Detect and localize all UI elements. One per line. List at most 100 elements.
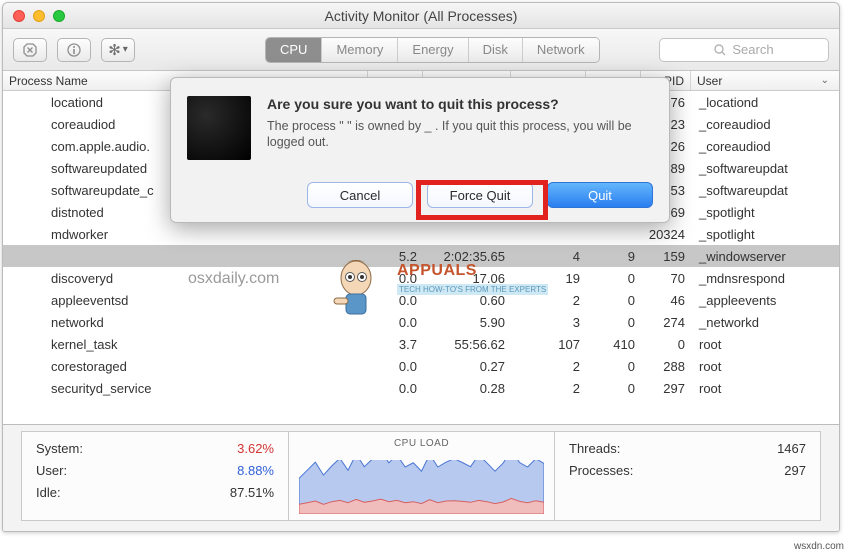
quit-process-dialog: Are you sure you want to quit this proce…: [170, 77, 670, 223]
system-label: System:: [36, 438, 83, 460]
cell-pid: 297: [641, 381, 691, 396]
cell-idle: 0: [586, 293, 641, 308]
cell-cpu: 0.0: [368, 359, 423, 374]
cell-user: _softwareupdat: [691, 183, 839, 198]
cell-threads: 107: [511, 337, 586, 352]
cell-time: 5.90: [423, 315, 511, 330]
processes-label: Processes:: [569, 460, 633, 482]
cell-user: root: [691, 359, 839, 374]
cell-idle: 410: [586, 337, 641, 352]
cell-idle: 0: [586, 315, 641, 330]
col-user[interactable]: User ⌄: [691, 71, 839, 90]
cpu-summary: System: 3.62% User: 8.88% Idle: 87.51%: [22, 432, 288, 520]
cpu-chart-svg: [299, 460, 544, 514]
tab-cpu[interactable]: CPU: [266, 38, 321, 62]
tab-disk[interactable]: Disk: [468, 38, 522, 62]
table-row[interactable]: com.apple.PerformanceAnalysis.animat...0…: [3, 399, 839, 401]
cell-idle: 0: [586, 381, 641, 396]
stop-icon: [23, 43, 37, 57]
watermark-appuals: APPUALS TECH HOW-TO'S FROM THE EXPERTS: [397, 262, 548, 295]
cell-user: _softwareupdat: [691, 161, 839, 176]
cell-user: _windowserver: [691, 249, 839, 264]
tab-network[interactable]: Network: [522, 38, 599, 62]
cell-pid: 288: [641, 359, 691, 374]
window-titlebar: Activity Monitor (All Processes): [3, 3, 839, 29]
settings-button[interactable]: ✻ ▾: [101, 38, 135, 62]
tab-memory[interactable]: Memory: [321, 38, 397, 62]
info-icon: [67, 43, 81, 57]
cell-time: 0.27: [423, 359, 511, 374]
table-row[interactable]: securityd_service0.00.2820297root: [3, 377, 839, 399]
watermark-osxdaily: osxdaily.com: [188, 270, 279, 288]
cell-time: 55:56.62: [423, 337, 511, 352]
process-summary: Threads: 1467 Processes: 297: [554, 432, 820, 520]
stop-process-button[interactable]: [13, 38, 47, 62]
app-icon: [187, 96, 251, 160]
cell-cpu: 3.7: [368, 337, 423, 352]
cartoon-mascot: [326, 250, 386, 320]
search-placeholder: Search: [732, 42, 773, 57]
cell-idle: 0: [586, 271, 641, 286]
cell-pid: 274: [641, 315, 691, 330]
cpu-load-chart: CPU LOAD: [288, 432, 554, 520]
cell-idle: 0: [586, 359, 641, 374]
cell-name: securityd_service: [3, 381, 368, 396]
chevron-down-icon: ▾: [123, 44, 128, 55]
system-value: 3.62%: [237, 438, 274, 460]
threads-label: Threads:: [569, 438, 620, 460]
window-title: Activity Monitor (All Processes): [3, 8, 839, 24]
cell-user: _coreaudiod: [691, 117, 839, 132]
cell-pid: 20324: [641, 227, 691, 242]
cell-user: _spotlight: [691, 205, 839, 220]
cell-name: discoveryd: [3, 271, 368, 286]
force-quit-button[interactable]: Force Quit: [427, 182, 533, 208]
toolbar: ✻ ▾ CPU Memory Energy Disk Network Searc…: [3, 29, 839, 71]
gear-icon: ✻: [108, 41, 121, 59]
table-row[interactable]: kernel_task3.755:56.621074100root: [3, 333, 839, 355]
idle-value: 87.51%: [230, 482, 274, 504]
cell-cpu: 0.0: [368, 381, 423, 396]
search-input[interactable]: Search: [659, 38, 829, 62]
table-row[interactable]: networkd0.05.9030274_networkd: [3, 311, 839, 333]
footer: System: 3.62% User: 8.88% Idle: 87.51% CPU …: [3, 424, 839, 531]
tab-group: CPU Memory Energy Disk Network: [265, 37, 600, 63]
table-row[interactable]: corestoraged0.00.2720288root: [3, 355, 839, 377]
cell-threads: 2: [511, 381, 586, 396]
cell-name: networkd: [3, 315, 368, 330]
cell-pid: 159: [641, 249, 691, 264]
cell-user: _mdnsrespond: [691, 271, 839, 286]
dialog-message: The process " " is owned by _ . If you q…: [267, 118, 653, 150]
cell-pid: 46: [641, 293, 691, 308]
cell-name: mdworker: [3, 227, 368, 242]
quit-button[interactable]: Quit: [547, 182, 653, 208]
chevron-down-icon: ⌄: [821, 75, 829, 86]
cell-pid: 70: [641, 271, 691, 286]
cell-time: 0.28: [423, 381, 511, 396]
cell-user: _appleevents: [691, 293, 839, 308]
user-value: 8.88%: [237, 460, 274, 482]
chart-title: CPU LOAD: [303, 438, 540, 452]
idle-label: Idle:: [36, 482, 61, 504]
cell-threads: 2: [511, 359, 586, 374]
cell-name: kernel_task: [3, 337, 368, 352]
cell-pid: 0: [641, 337, 691, 352]
inspect-process-button[interactable]: [57, 38, 91, 62]
threads-value: 1467: [777, 438, 806, 460]
cell-user: root: [691, 337, 839, 352]
cell-user: _coreaudiod: [691, 139, 839, 154]
dialog-title: Are you sure you want to quit this proce…: [267, 96, 653, 112]
watermark-bottom: wsxdn.com: [794, 541, 844, 552]
table-row[interactable]: mdworker 20324_spotlight: [3, 223, 839, 245]
cell-threads: 3: [511, 315, 586, 330]
tab-energy[interactable]: Energy: [397, 38, 467, 62]
cell-user: root: [691, 381, 839, 396]
cell-name: corestoraged: [3, 359, 368, 374]
user-label: User:: [36, 460, 67, 482]
search-icon: [714, 44, 726, 56]
cell-name: appleeventsd: [3, 293, 368, 308]
cancel-button[interactable]: Cancel: [307, 182, 413, 208]
processes-value: 297: [784, 460, 806, 482]
cell-idle: 9: [586, 249, 641, 264]
cell-user: _networkd: [691, 315, 839, 330]
cell-user: _spotlight: [691, 227, 839, 242]
